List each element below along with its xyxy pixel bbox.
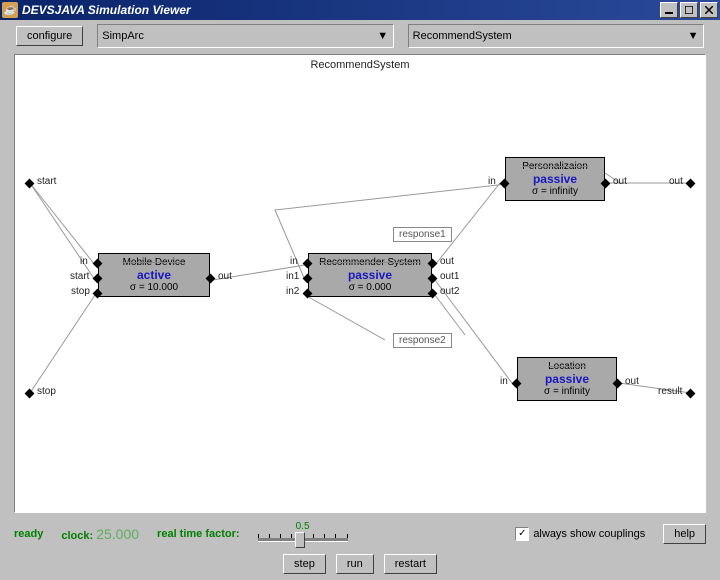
message-label-response1: response1: [393, 227, 452, 242]
node-personalization[interactable]: Personalizaion passive σ = infinity: [505, 157, 605, 201]
node-recommender-system[interactable]: Recommender System passive σ = 0.000: [308, 253, 432, 297]
configure-button[interactable]: configure: [16, 26, 83, 46]
java-icon: ☕: [2, 2, 18, 18]
close-button[interactable]: [700, 2, 718, 18]
model-value: RecommendSystem: [413, 30, 512, 42]
chevron-down-icon: ▼: [685, 27, 701, 45]
rtf-slider-wrap: 0.5: [258, 521, 348, 546]
node-state: passive: [309, 268, 431, 282]
port-label: stop: [71, 286, 90, 297]
node-state: passive: [518, 372, 616, 386]
port-label: in: [80, 256, 88, 267]
outer-port-stop: stop: [37, 386, 56, 397]
package-select[interactable]: SimpArc ▼: [97, 24, 393, 48]
check-label: always show couplings: [533, 528, 645, 540]
port-label: out: [613, 176, 627, 187]
rtf-label: real time factor:: [157, 528, 240, 540]
node-mobile-device[interactable]: Mobile Device active σ = 10.000: [98, 253, 210, 297]
port-label: out: [218, 271, 232, 282]
node-sigma: σ = infinity: [518, 386, 616, 397]
toolbar: configure SimpArc ▼ RecommendSystem ▼: [0, 20, 720, 52]
model-select[interactable]: RecommendSystem ▼: [408, 24, 704, 48]
status-ready: ready: [14, 528, 43, 540]
node-state: active: [99, 268, 209, 282]
minimize-button[interactable]: [660, 2, 678, 18]
rtf-slider[interactable]: [258, 532, 348, 546]
simulation-canvas[interactable]: RecommendSystem start stop out res: [14, 54, 706, 513]
node-name: Mobile Device: [99, 257, 209, 268]
port-label: in: [488, 176, 496, 187]
outer-port-result: result: [658, 386, 682, 397]
always-show-couplings-check[interactable]: ✓ always show couplings: [515, 527, 645, 541]
outer-port-out: out: [669, 176, 683, 187]
package-value: SimpArc: [102, 30, 144, 42]
clock-value: 25.000: [96, 526, 139, 542]
node-sigma: σ = 0.000: [309, 282, 431, 293]
status-bar: ready clock: 25.000 real time factor: 0.…: [0, 517, 720, 550]
port-label: out: [625, 376, 639, 387]
node-location[interactable]: Location passive σ = infinity: [517, 357, 617, 401]
outer-port-start: start: [37, 176, 56, 187]
node-sigma: σ = 10.000: [99, 282, 209, 293]
port-label: out2: [440, 286, 459, 297]
port-label: in2: [286, 286, 299, 297]
node-name: Location: [518, 361, 616, 372]
port-label: in1: [286, 271, 299, 282]
window-title: DEVSJAVA Simulation Viewer: [22, 3, 191, 17]
rtf-value: 0.5: [258, 521, 348, 532]
step-button[interactable]: step: [283, 554, 326, 574]
port-label: out1: [440, 271, 459, 282]
node-name: Personalizaion: [506, 161, 604, 172]
port-label: in: [290, 256, 298, 267]
help-button[interactable]: help: [663, 524, 706, 544]
app-window: ☕ DEVSJAVA Simulation Viewer configure S…: [0, 0, 720, 580]
slider-thumb[interactable]: [295, 532, 305, 548]
restart-button[interactable]: restart: [384, 554, 437, 574]
checkbox-icon: ✓: [515, 527, 529, 541]
port-label: out: [440, 256, 454, 267]
node-name: Recommender System: [309, 257, 431, 268]
clock-label: clock:: [61, 530, 93, 542]
titlebar[interactable]: ☕ DEVSJAVA Simulation Viewer: [0, 0, 720, 20]
chevron-down-icon: ▼: [375, 27, 391, 45]
node-state: passive: [506, 172, 604, 186]
node-sigma: σ = infinity: [506, 186, 604, 197]
message-label-response2: response2: [393, 333, 452, 348]
run-button[interactable]: run: [336, 554, 374, 574]
control-buttons: step run restart: [0, 550, 720, 580]
maximize-button[interactable]: [680, 2, 698, 18]
port-label: start: [70, 271, 89, 282]
port-label: in: [500, 376, 508, 387]
